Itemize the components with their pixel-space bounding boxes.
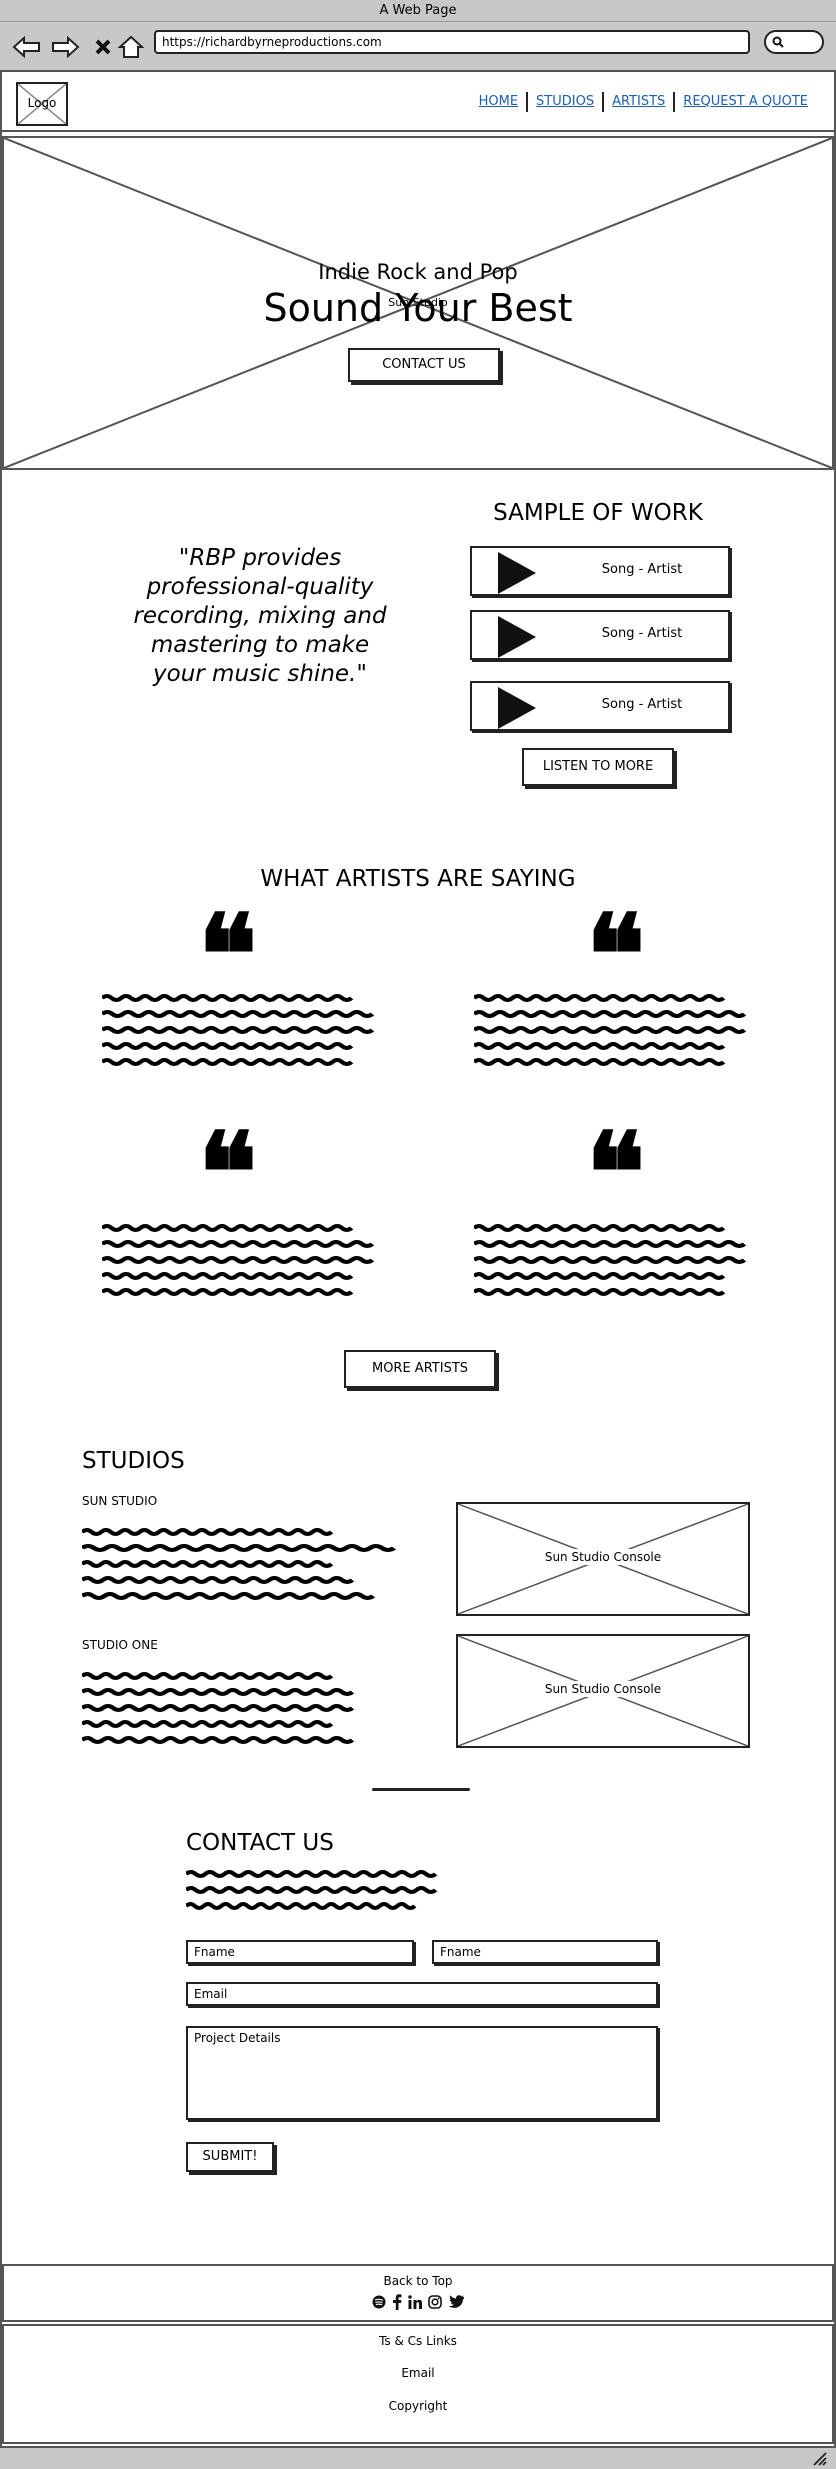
home-icon[interactable] [116,34,146,60]
song-player[interactable]: Song - Artist [470,546,730,596]
browser-search[interactable] [764,30,824,54]
spotify-icon[interactable] [372,2295,386,2309]
studio-image: Sun Studio Console [456,1634,750,1748]
back-arrow-icon[interactable] [12,34,42,60]
resize-grip-icon[interactable] [812,2452,828,2466]
song-label: Song - Artist [601,697,683,712]
play-icon[interactable] [496,552,538,594]
status-bar [0,2446,836,2469]
project-details-textarea[interactable]: Project Details [186,2026,658,2120]
close-icon[interactable] [88,34,118,60]
testimonial-text-placeholder [102,994,392,1074]
studio-name: SUN STUDIO [82,1494,158,1508]
song-label: Song - Artist [601,562,683,577]
footer-top: Back to Top [2,2264,834,2322]
back-to-top-link[interactable]: Back to Top [4,2274,832,2288]
footer-bottom: Ts & Cs Links Email Copyright [2,2324,834,2444]
play-icon[interactable] [496,687,538,729]
studio-name: STUDIO ONE [82,1638,158,1652]
top-navigation: HOME STUDIOS ARTISTS REQUEST A QUOTE [471,92,808,112]
footer-email[interactable]: Email [4,2366,832,2380]
testimonial-text-placeholder [102,1224,392,1304]
studio-image: Sun Studio Console [456,1502,750,1616]
studios-title: STUDIOS [82,1448,185,1474]
copyright: Copyright [388,2399,448,2413]
terms-links[interactable]: Ts & Cs Links [4,2334,832,2348]
testimonial-text-placeholder [474,994,764,1074]
instagram-icon[interactable] [428,2295,442,2309]
testimonials-title: WHAT ARTISTS ARE SAYING [260,866,576,892]
second-name-input[interactable]: Fname [432,1940,658,1964]
testimonial-text-placeholder [474,1224,764,1304]
site-header: Logo HOME STUDIOS ARTISTS REQUEST A QUOT… [0,74,836,132]
song-player[interactable]: Song - Artist [470,610,730,660]
quote-mark-icon: ❝ [198,1108,258,1237]
nav-request-quote[interactable]: REQUEST A QUOTE [675,92,808,112]
submit-button[interactable]: SUBMIT! [186,2142,274,2172]
contact-text-placeholder [186,1870,446,1920]
section-divider [372,1788,470,1791]
hero-tagline: Sun Studio [388,296,448,309]
intro-quote: "RBP provides professional-quality recor… [133,545,387,687]
linkedin-icon[interactable] [408,2295,422,2309]
logo[interactable]: Logo [16,82,68,126]
hero-subtitle: Indie Rock and Pop [318,260,518,284]
window-title: A Web Page [0,0,836,22]
logo-text: Logo [27,96,57,110]
more-artists-button[interactable]: MORE ARTISTS [344,1350,496,1388]
contact-title: CONTACT US [186,1830,334,1856]
hero-banner: Indie Rock and Pop Sound Your Best Sun S… [2,136,834,470]
search-icon [772,36,784,48]
social-links [372,2294,464,2310]
first-name-input[interactable]: Fname [186,1940,414,1964]
twitter-icon[interactable] [448,2295,464,2309]
forward-arrow-icon[interactable] [50,34,80,60]
play-icon[interactable] [496,616,538,658]
listen-to-more-button[interactable]: LISTEN TO MORE [522,748,674,786]
studio-text-placeholder [82,1528,402,1608]
browser-toolbar: https://richardbyrneproductions.com [0,22,836,72]
studio-image-label: Sun Studio Console [540,1549,666,1565]
nav-studios[interactable]: STUDIOS [528,92,605,112]
url-bar[interactable]: https://richardbyrneproductions.com [154,30,750,54]
studio-text-placeholder [82,1672,372,1752]
facebook-icon[interactable] [392,2294,402,2310]
contact-us-button[interactable]: CONTACT US [348,348,500,382]
nav-home[interactable]: HOME [471,92,529,112]
nav-artists[interactable]: ARTISTS [604,92,676,112]
studio-image-label: Sun Studio Console [540,1681,666,1697]
quote-mark-icon: ❝ [586,1108,646,1237]
samples-title: SAMPLE OF WORK [493,500,703,526]
email-input[interactable]: Email [186,1982,658,2006]
song-player[interactable]: Song - Artist [470,681,730,731]
song-label: Song - Artist [601,626,683,641]
